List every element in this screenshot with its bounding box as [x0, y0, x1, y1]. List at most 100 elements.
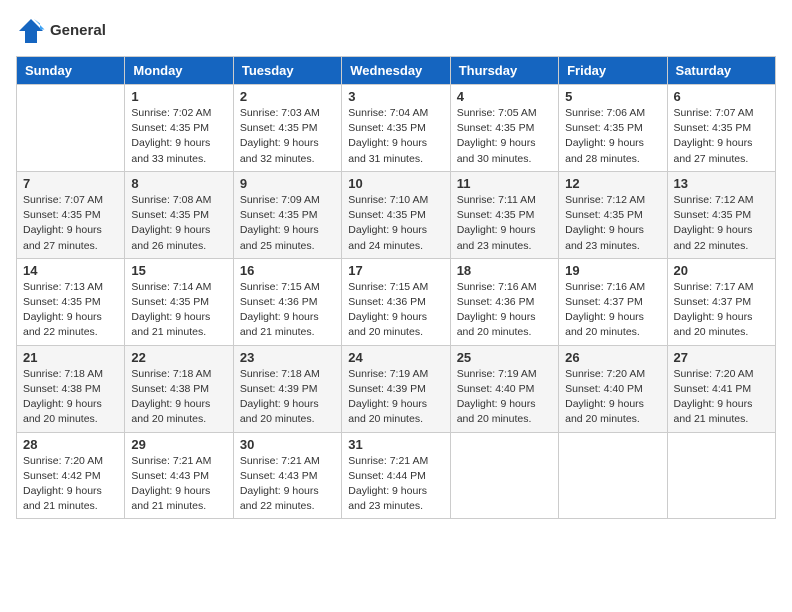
day-info: Sunrise: 7:06 AMSunset: 4:35 PMDaylight:… [565, 106, 660, 167]
calendar-cell [17, 85, 125, 172]
day-number: 14 [23, 263, 118, 278]
day-info: Sunrise: 7:20 AMSunset: 4:40 PMDaylight:… [565, 367, 660, 428]
calendar-week-row: 28 Sunrise: 7:20 AMSunset: 4:42 PMDaylig… [17, 432, 776, 519]
logo-icon [16, 16, 46, 46]
day-info: Sunrise: 7:05 AMSunset: 4:35 PMDaylight:… [457, 106, 552, 167]
day-number: 23 [240, 350, 335, 365]
day-number: 27 [674, 350, 769, 365]
day-info: Sunrise: 7:02 AMSunset: 4:35 PMDaylight:… [131, 106, 226, 167]
calendar-cell: 29 Sunrise: 7:21 AMSunset: 4:43 PMDaylig… [125, 432, 233, 519]
calendar-week-row: 7 Sunrise: 7:07 AMSunset: 4:35 PMDayligh… [17, 171, 776, 258]
day-number: 7 [23, 176, 118, 191]
calendar-cell: 1 Sunrise: 7:02 AMSunset: 4:35 PMDayligh… [125, 85, 233, 172]
day-info: Sunrise: 7:21 AMSunset: 4:43 PMDaylight:… [131, 454, 226, 515]
calendar-cell: 18 Sunrise: 7:16 AMSunset: 4:36 PMDaylig… [450, 258, 558, 345]
day-info: Sunrise: 7:18 AMSunset: 4:39 PMDaylight:… [240, 367, 335, 428]
day-info: Sunrise: 7:15 AMSunset: 4:36 PMDaylight:… [240, 280, 335, 341]
day-info: Sunrise: 7:18 AMSunset: 4:38 PMDaylight:… [23, 367, 118, 428]
weekday-header: Friday [559, 57, 667, 85]
calendar-cell: 31 Sunrise: 7:21 AMSunset: 4:44 PMDaylig… [342, 432, 450, 519]
calendar-week-row: 14 Sunrise: 7:13 AMSunset: 4:35 PMDaylig… [17, 258, 776, 345]
day-info: Sunrise: 7:20 AMSunset: 4:41 PMDaylight:… [674, 367, 769, 428]
day-info: Sunrise: 7:18 AMSunset: 4:38 PMDaylight:… [131, 367, 226, 428]
day-number: 29 [131, 437, 226, 452]
day-number: 11 [457, 176, 552, 191]
day-number: 4 [457, 89, 552, 104]
day-number: 6 [674, 89, 769, 104]
day-number: 15 [131, 263, 226, 278]
calendar-cell: 15 Sunrise: 7:14 AMSunset: 4:35 PMDaylig… [125, 258, 233, 345]
day-number: 31 [348, 437, 443, 452]
day-number: 19 [565, 263, 660, 278]
day-number: 26 [565, 350, 660, 365]
day-number: 24 [348, 350, 443, 365]
day-number: 10 [348, 176, 443, 191]
day-info: Sunrise: 7:16 AMSunset: 4:37 PMDaylight:… [565, 280, 660, 341]
weekday-header: Sunday [17, 57, 125, 85]
day-info: Sunrise: 7:17 AMSunset: 4:37 PMDaylight:… [674, 280, 769, 341]
day-info: Sunrise: 7:21 AMSunset: 4:44 PMDaylight:… [348, 454, 443, 515]
day-info: Sunrise: 7:16 AMSunset: 4:36 PMDaylight:… [457, 280, 552, 341]
day-info: Sunrise: 7:20 AMSunset: 4:42 PMDaylight:… [23, 454, 118, 515]
day-number: 8 [131, 176, 226, 191]
day-number: 12 [565, 176, 660, 191]
day-info: Sunrise: 7:15 AMSunset: 4:36 PMDaylight:… [348, 280, 443, 341]
calendar-cell: 2 Sunrise: 7:03 AMSunset: 4:35 PMDayligh… [233, 85, 341, 172]
day-info: Sunrise: 7:19 AMSunset: 4:39 PMDaylight:… [348, 367, 443, 428]
calendar-cell: 28 Sunrise: 7:20 AMSunset: 4:42 PMDaylig… [17, 432, 125, 519]
day-number: 2 [240, 89, 335, 104]
day-number: 5 [565, 89, 660, 104]
calendar-cell: 3 Sunrise: 7:04 AMSunset: 4:35 PMDayligh… [342, 85, 450, 172]
weekday-header: Thursday [450, 57, 558, 85]
day-number: 17 [348, 263, 443, 278]
calendar-cell: 7 Sunrise: 7:07 AMSunset: 4:35 PMDayligh… [17, 171, 125, 258]
calendar-cell: 11 Sunrise: 7:11 AMSunset: 4:35 PMDaylig… [450, 171, 558, 258]
calendar-cell: 6 Sunrise: 7:07 AMSunset: 4:35 PMDayligh… [667, 85, 775, 172]
day-number: 9 [240, 176, 335, 191]
day-number: 28 [23, 437, 118, 452]
day-info: Sunrise: 7:11 AMSunset: 4:35 PMDaylight:… [457, 193, 552, 254]
day-info: Sunrise: 7:09 AMSunset: 4:35 PMDaylight:… [240, 193, 335, 254]
calendar-cell [450, 432, 558, 519]
calendar-cell: 24 Sunrise: 7:19 AMSunset: 4:39 PMDaylig… [342, 345, 450, 432]
weekday-header: Monday [125, 57, 233, 85]
day-info: Sunrise: 7:07 AMSunset: 4:35 PMDaylight:… [674, 106, 769, 167]
calendar-cell: 5 Sunrise: 7:06 AMSunset: 4:35 PMDayligh… [559, 85, 667, 172]
calendar-week-row: 1 Sunrise: 7:02 AMSunset: 4:35 PMDayligh… [17, 85, 776, 172]
calendar-cell: 25 Sunrise: 7:19 AMSunset: 4:40 PMDaylig… [450, 345, 558, 432]
weekday-header: Saturday [667, 57, 775, 85]
calendar-cell: 17 Sunrise: 7:15 AMSunset: 4:36 PMDaylig… [342, 258, 450, 345]
day-number: 1 [131, 89, 226, 104]
logo-text: General [50, 22, 106, 40]
calendar-cell: 14 Sunrise: 7:13 AMSunset: 4:35 PMDaylig… [17, 258, 125, 345]
day-number: 16 [240, 263, 335, 278]
calendar-cell [667, 432, 775, 519]
day-number: 3 [348, 89, 443, 104]
day-info: Sunrise: 7:08 AMSunset: 4:35 PMDaylight:… [131, 193, 226, 254]
weekday-header: Tuesday [233, 57, 341, 85]
calendar-cell: 26 Sunrise: 7:20 AMSunset: 4:40 PMDaylig… [559, 345, 667, 432]
logo: General [16, 16, 106, 46]
day-number: 21 [23, 350, 118, 365]
calendar-cell: 13 Sunrise: 7:12 AMSunset: 4:35 PMDaylig… [667, 171, 775, 258]
calendar-cell: 4 Sunrise: 7:05 AMSunset: 4:35 PMDayligh… [450, 85, 558, 172]
day-info: Sunrise: 7:21 AMSunset: 4:43 PMDaylight:… [240, 454, 335, 515]
calendar-cell [559, 432, 667, 519]
calendar-cell: 12 Sunrise: 7:12 AMSunset: 4:35 PMDaylig… [559, 171, 667, 258]
day-number: 25 [457, 350, 552, 365]
day-info: Sunrise: 7:03 AMSunset: 4:35 PMDaylight:… [240, 106, 335, 167]
day-info: Sunrise: 7:13 AMSunset: 4:35 PMDaylight:… [23, 280, 118, 341]
calendar-cell: 20 Sunrise: 7:17 AMSunset: 4:37 PMDaylig… [667, 258, 775, 345]
calendar-cell: 23 Sunrise: 7:18 AMSunset: 4:39 PMDaylig… [233, 345, 341, 432]
calendar-header-row: SundayMondayTuesdayWednesdayThursdayFrid… [17, 57, 776, 85]
day-info: Sunrise: 7:19 AMSunset: 4:40 PMDaylight:… [457, 367, 552, 428]
calendar-cell: 27 Sunrise: 7:20 AMSunset: 4:41 PMDaylig… [667, 345, 775, 432]
page-header: General [16, 16, 776, 46]
calendar-cell: 30 Sunrise: 7:21 AMSunset: 4:43 PMDaylig… [233, 432, 341, 519]
calendar: SundayMondayTuesdayWednesdayThursdayFrid… [16, 56, 776, 519]
day-number: 20 [674, 263, 769, 278]
calendar-cell: 9 Sunrise: 7:09 AMSunset: 4:35 PMDayligh… [233, 171, 341, 258]
calendar-cell: 10 Sunrise: 7:10 AMSunset: 4:35 PMDaylig… [342, 171, 450, 258]
calendar-cell: 21 Sunrise: 7:18 AMSunset: 4:38 PMDaylig… [17, 345, 125, 432]
day-info: Sunrise: 7:07 AMSunset: 4:35 PMDaylight:… [23, 193, 118, 254]
